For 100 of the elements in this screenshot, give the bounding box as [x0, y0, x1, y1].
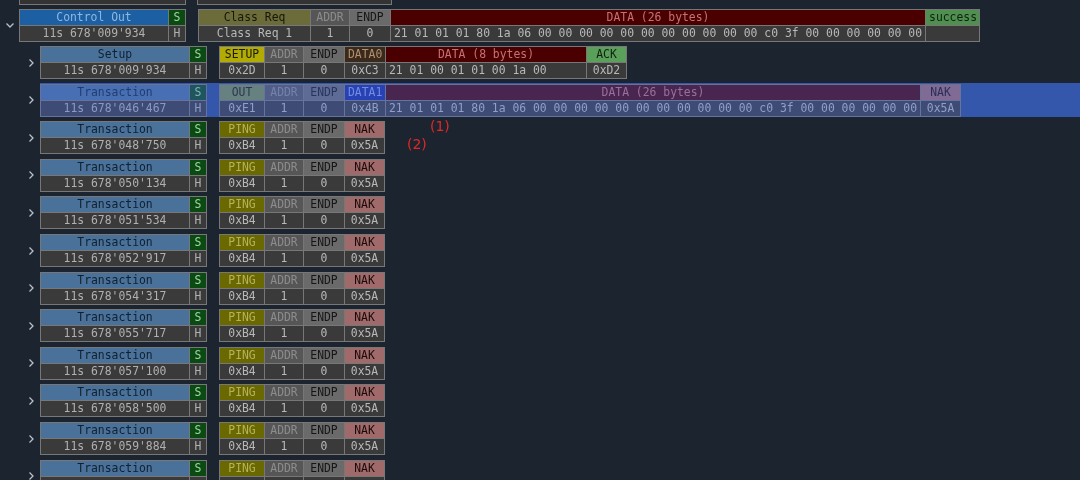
field-value: 0xB4 [220, 288, 264, 304]
status-flag: S [190, 235, 206, 251]
field-header: NAK [345, 310, 384, 326]
field-header: DATA1 [345, 84, 385, 100]
field-value: 0 [304, 326, 344, 342]
field-value: 0xE1 [220, 100, 264, 116]
transfer-name: Transaction [41, 347, 189, 363]
transfer-name: Transaction [41, 235, 189, 251]
field-header: DATA (26 bytes) [386, 84, 921, 100]
chevron-down-icon[interactable] [4, 20, 15, 30]
field-value: 21 01 01 01 80 1a 06 00 00 00 00 00 00 00 00 00 00 00 c0 3f 00 00 00 00 00 00 [391, 25, 926, 41]
transfer-name: Transaction [41, 460, 189, 476]
field-header: PING [220, 272, 264, 288]
field-value: 0x5A [345, 401, 384, 417]
field-value: 1 [265, 63, 303, 79]
status-flag: H [169, 25, 185, 41]
field-value: 0x5A [345, 251, 384, 267]
transfer-name: Transaction [41, 159, 189, 175]
status-flag: S [190, 272, 206, 288]
field-value: 0x4B [345, 100, 385, 116]
status-flag: S [190, 385, 206, 401]
field-header: PING [220, 235, 264, 251]
status-flag: H [190, 326, 206, 342]
transfer-name: Control Out [20, 9, 168, 25]
field-value: 1 [265, 439, 303, 455]
status-flag: H [190, 175, 206, 191]
field-value: 0x5A [345, 175, 384, 191]
field-value: 0 [304, 213, 344, 229]
field-header: NAK [345, 423, 384, 439]
field-value: 1 [265, 288, 303, 304]
field-header: ENDP [304, 235, 344, 251]
field-header: success [926, 9, 980, 25]
transfer-name: Transaction [41, 197, 189, 213]
status-flag: S [190, 423, 206, 439]
field-header: NAK [345, 385, 384, 401]
field-value: 0xB4 [220, 138, 264, 154]
field-header: NAK [345, 272, 384, 288]
transfer-name: Transaction [41, 385, 189, 401]
status-flag: S [190, 310, 206, 326]
field-header: Class Req [199, 9, 310, 25]
field-value: 0x5A [345, 363, 384, 379]
field-header: ENDP [304, 122, 344, 138]
field-header: DATA (26 bytes) [391, 9, 926, 25]
timestamp: 11s 678'052'917 [41, 251, 189, 267]
field-header: DATA0 [345, 47, 385, 63]
field-header: SETUP [220, 47, 264, 63]
field-value: 0x2D [220, 63, 264, 79]
timestamp: 11s 678'048'750 [41, 138, 189, 154]
field-header: PING [220, 347, 264, 363]
field-header: ENDP [304, 47, 344, 63]
field-header: PING [220, 197, 264, 213]
field-header: ENDP [304, 310, 344, 326]
field-header: DATA (8 bytes) [386, 47, 586, 63]
status-flag: S [190, 460, 206, 476]
field-header: PING [220, 159, 264, 175]
timestamp: 11s 678'046'467 [41, 100, 189, 116]
field-header: ENDP [304, 460, 344, 476]
transfer-name: Setup [41, 47, 189, 63]
field-header: NAK [345, 197, 384, 213]
field-header: ENDP [304, 347, 344, 363]
status-flag: H [190, 363, 206, 379]
field-header: NAK [345, 122, 384, 138]
field-value: 1 [265, 251, 303, 267]
field-value: Class Req 1 [199, 25, 310, 41]
field-value: 0x5A [345, 439, 384, 455]
field-value: 0xC3 [345, 63, 385, 79]
status-flag: S [190, 197, 206, 213]
field-header: NAK [345, 159, 384, 175]
field-header: ENDP [304, 385, 344, 401]
field-value: 0 [304, 63, 344, 79]
timestamp: 11s 678'058'500 [41, 401, 189, 417]
timestamp: 11s 678'009'934 [20, 25, 168, 41]
field-value: 0 [304, 363, 344, 379]
field-value: 1 [265, 363, 303, 379]
field-value: 0 [304, 100, 344, 116]
field-header: PING [220, 423, 264, 439]
field-value: 0xB4 [220, 363, 264, 379]
field-header: ENDP [304, 197, 344, 213]
transfer-name: Transaction [41, 84, 189, 100]
field-header: PING [220, 460, 264, 476]
field-header: NAK [345, 235, 384, 251]
field-value: 0 [304, 138, 344, 154]
field-value: 0x5A [345, 138, 384, 154]
field-value: 0 [350, 25, 390, 41]
status-flag: S [190, 47, 206, 63]
field-value: 0xB4 [220, 251, 264, 267]
status-flag: S [169, 9, 185, 25]
field-header: NAK [921, 84, 961, 100]
timestamp: 11s 678'057'100 [41, 363, 189, 379]
field-value: 1 [265, 213, 303, 229]
transfer-name: Transaction [41, 122, 189, 138]
transfer-name: Transaction [41, 310, 189, 326]
field-header: PING [220, 122, 264, 138]
status-flag: S [190, 347, 206, 363]
field-header: NAK [345, 347, 384, 363]
field-value: 1 [265, 401, 303, 417]
status-flag: H [190, 288, 206, 304]
field-header: ENDP [350, 9, 390, 25]
field-value: 0xB4 [220, 213, 264, 229]
field-value: 0 [304, 401, 344, 417]
